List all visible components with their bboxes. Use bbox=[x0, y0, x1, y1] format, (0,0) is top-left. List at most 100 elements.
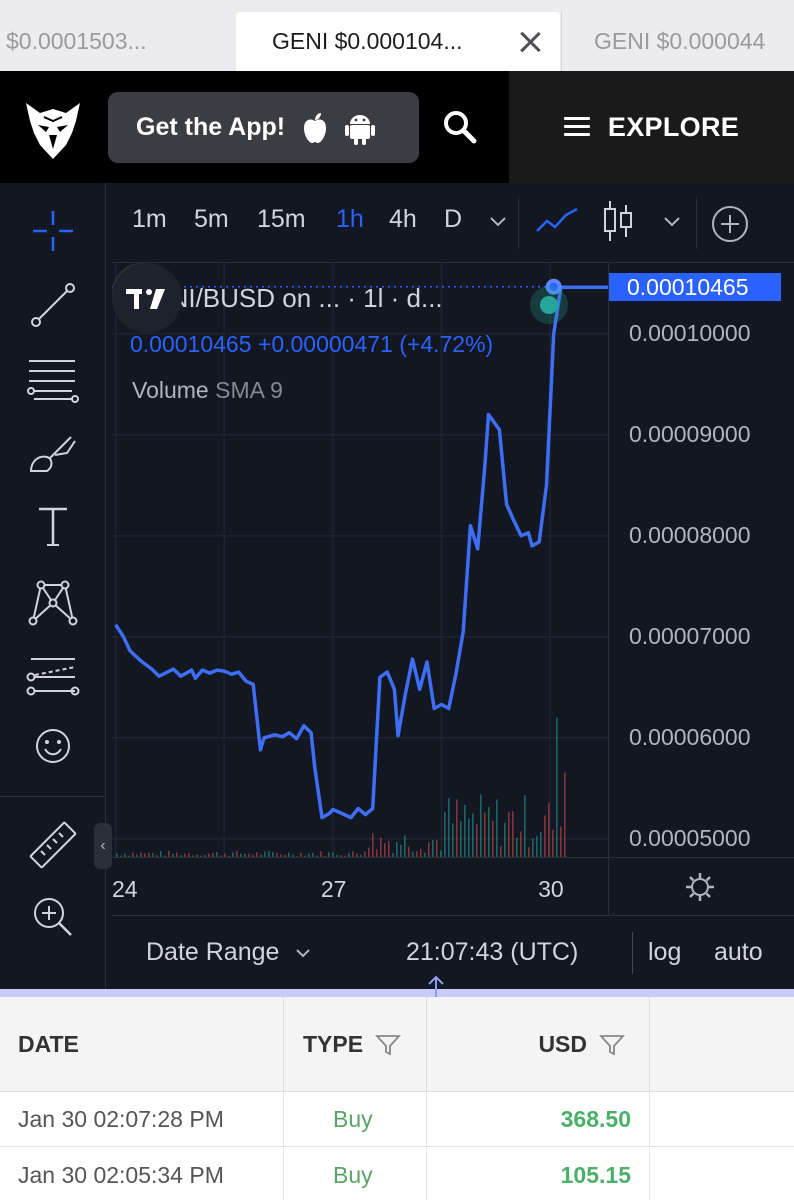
collapse-toolbar-button[interactable]: ‹ bbox=[94, 823, 112, 869]
volume-bar bbox=[512, 811, 514, 857]
column-header-usd[interactable]: USD bbox=[427, 997, 650, 1092]
trade-date: Jan 30 02:07:28 PM bbox=[0, 1092, 284, 1147]
volume-bar bbox=[528, 847, 530, 857]
price-axis-label: 0.00010000 bbox=[629, 319, 751, 346]
volume-bar bbox=[480, 794, 482, 857]
brush-icon[interactable] bbox=[25, 425, 81, 481]
toolbar-divider bbox=[0, 796, 106, 797]
price-axis-label: 0.00005000 bbox=[629, 824, 751, 851]
date-range-dropdown[interactable]: Date Range bbox=[146, 938, 312, 967]
table-header: DATE TYPE USD bbox=[0, 997, 794, 1092]
filter-icon[interactable] bbox=[599, 1033, 625, 1057]
date-range-label: Date Range bbox=[146, 938, 280, 966]
volume-bar bbox=[548, 802, 550, 857]
volume-bar bbox=[536, 835, 538, 857]
market-status-indicator bbox=[530, 286, 568, 324]
volume-bar bbox=[516, 837, 518, 857]
add-indicator-icon[interactable] bbox=[710, 204, 750, 244]
trade-usd: 368.50 bbox=[427, 1092, 650, 1147]
price-axis-label: 0.00008000 bbox=[629, 521, 751, 548]
candles-chart-type-icon[interactable] bbox=[602, 199, 634, 243]
browser-tab-1[interactable]: $0.0001503... bbox=[0, 12, 235, 71]
timeframe-1m[interactable]: 1m bbox=[132, 205, 167, 234]
timeframe-15m[interactable]: 15m bbox=[257, 205, 306, 234]
zoom-in-icon[interactable] bbox=[25, 889, 81, 945]
panel-resize-bar[interactable] bbox=[0, 989, 794, 997]
column-header-label: TYPE bbox=[303, 1031, 364, 1057]
column-header-empty bbox=[650, 997, 794, 1092]
line-chart-type-icon[interactable] bbox=[534, 203, 580, 239]
volume-bar bbox=[564, 772, 566, 857]
timeframe-1h[interactable]: 1h bbox=[336, 205, 364, 234]
timeframe-d[interactable]: D bbox=[444, 205, 462, 234]
chevron-down-icon[interactable] bbox=[488, 215, 508, 229]
fib-retracement-icon[interactable] bbox=[25, 351, 81, 407]
time-axis-label: 30 bbox=[538, 876, 564, 902]
browser-tab-label: GENI $0.000104... bbox=[272, 28, 463, 54]
volume-bar bbox=[380, 837, 382, 857]
volume-bar bbox=[472, 813, 474, 857]
text-tool-icon[interactable] bbox=[25, 499, 81, 555]
browser-tab-label: $0.0001503... bbox=[6, 28, 147, 54]
time-axis[interactable]: 24 27 30 bbox=[112, 857, 608, 915]
volume-legend[interactable]: Volume SMA 9 bbox=[132, 377, 283, 404]
utc-clock[interactable]: 21:07:43 (UTC) bbox=[406, 938, 578, 967]
close-tab-icon[interactable] bbox=[518, 29, 542, 53]
get-app-button[interactable]: Get the App! bbox=[108, 92, 419, 163]
volume-bar bbox=[468, 818, 470, 857]
volume-bar bbox=[492, 820, 494, 857]
settings-gear-icon[interactable] bbox=[683, 870, 717, 904]
last-price-tag: 0.00010465 bbox=[609, 272, 781, 301]
volume-bar bbox=[552, 829, 554, 857]
volume-bar bbox=[476, 824, 478, 857]
time-axis-label: 24 bbox=[112, 876, 138, 902]
volume-bar bbox=[496, 799, 498, 857]
volume-bar bbox=[376, 849, 378, 857]
volume-sma-label: SMA 9 bbox=[215, 377, 283, 403]
filter-icon[interactable] bbox=[375, 1033, 402, 1057]
search-icon[interactable] bbox=[440, 107, 480, 147]
volume-bar bbox=[452, 823, 454, 857]
volume-bar bbox=[544, 815, 546, 857]
eagle-logo-icon[interactable] bbox=[22, 97, 84, 161]
volume-bar bbox=[408, 846, 410, 857]
ruler-icon[interactable] bbox=[25, 817, 81, 873]
volume-bar bbox=[428, 842, 430, 857]
volume-bar bbox=[520, 831, 522, 857]
table-row[interactable]: Jan 30 02:05:34 PM Buy 105.15 bbox=[0, 1148, 794, 1200]
price-change-legend: 0.00010465 +0.00000471 (+4.72%) bbox=[130, 331, 494, 357]
pattern-tool-icon[interactable] bbox=[25, 573, 81, 629]
price-pane[interactable]: GENI/BUSD on ... · 1l · d... 0.00010465 … bbox=[112, 263, 608, 857]
chevron-down-icon bbox=[296, 949, 311, 958]
volume-bar bbox=[384, 843, 386, 857]
toolbar-divider bbox=[696, 197, 697, 249]
log-scale-toggle[interactable]: log bbox=[648, 938, 681, 967]
auto-scale-toggle[interactable]: auto bbox=[714, 938, 763, 967]
timeframe-5m[interactable]: 5m bbox=[194, 205, 229, 234]
trade-extra-cell bbox=[650, 1092, 794, 1147]
trade-type: Buy bbox=[284, 1092, 427, 1147]
volume-bar bbox=[388, 841, 390, 857]
drawing-toolbar bbox=[0, 183, 106, 989]
browser-tab-3[interactable]: GENI $0.000044 bbox=[561, 12, 794, 71]
explore-menu-button[interactable]: EXPLORE bbox=[509, 71, 794, 183]
timeframe-4h[interactable]: 4h bbox=[389, 205, 417, 234]
volume-label: Volume bbox=[132, 377, 209, 403]
volume-bar bbox=[396, 842, 398, 857]
column-header-date[interactable]: DATE bbox=[0, 997, 284, 1092]
volume-bar bbox=[560, 826, 562, 857]
prediction-tool-icon[interactable] bbox=[25, 647, 81, 703]
tradingview-logo-icon[interactable] bbox=[112, 263, 182, 333]
trend-line-icon[interactable] bbox=[25, 277, 81, 333]
browser-tab-2[interactable]: GENI $0.000104... bbox=[236, 12, 560, 71]
column-header-label: DATE bbox=[18, 1031, 79, 1057]
volume-bar bbox=[460, 821, 462, 857]
volume-bar bbox=[540, 831, 542, 857]
volume-bar bbox=[436, 840, 438, 857]
column-header-type[interactable]: TYPE bbox=[284, 997, 427, 1092]
chevron-down-icon[interactable] bbox=[662, 215, 682, 229]
emoji-icon[interactable] bbox=[25, 718, 81, 774]
table-row[interactable]: Jan 30 02:07:28 PM Buy 368.50 bbox=[0, 1092, 794, 1147]
price-axis[interactable]: 0.00010000 0.00009000 0.00008000 0.00007000… bbox=[608, 263, 794, 857]
crosshair-icon[interactable] bbox=[25, 203, 81, 259]
